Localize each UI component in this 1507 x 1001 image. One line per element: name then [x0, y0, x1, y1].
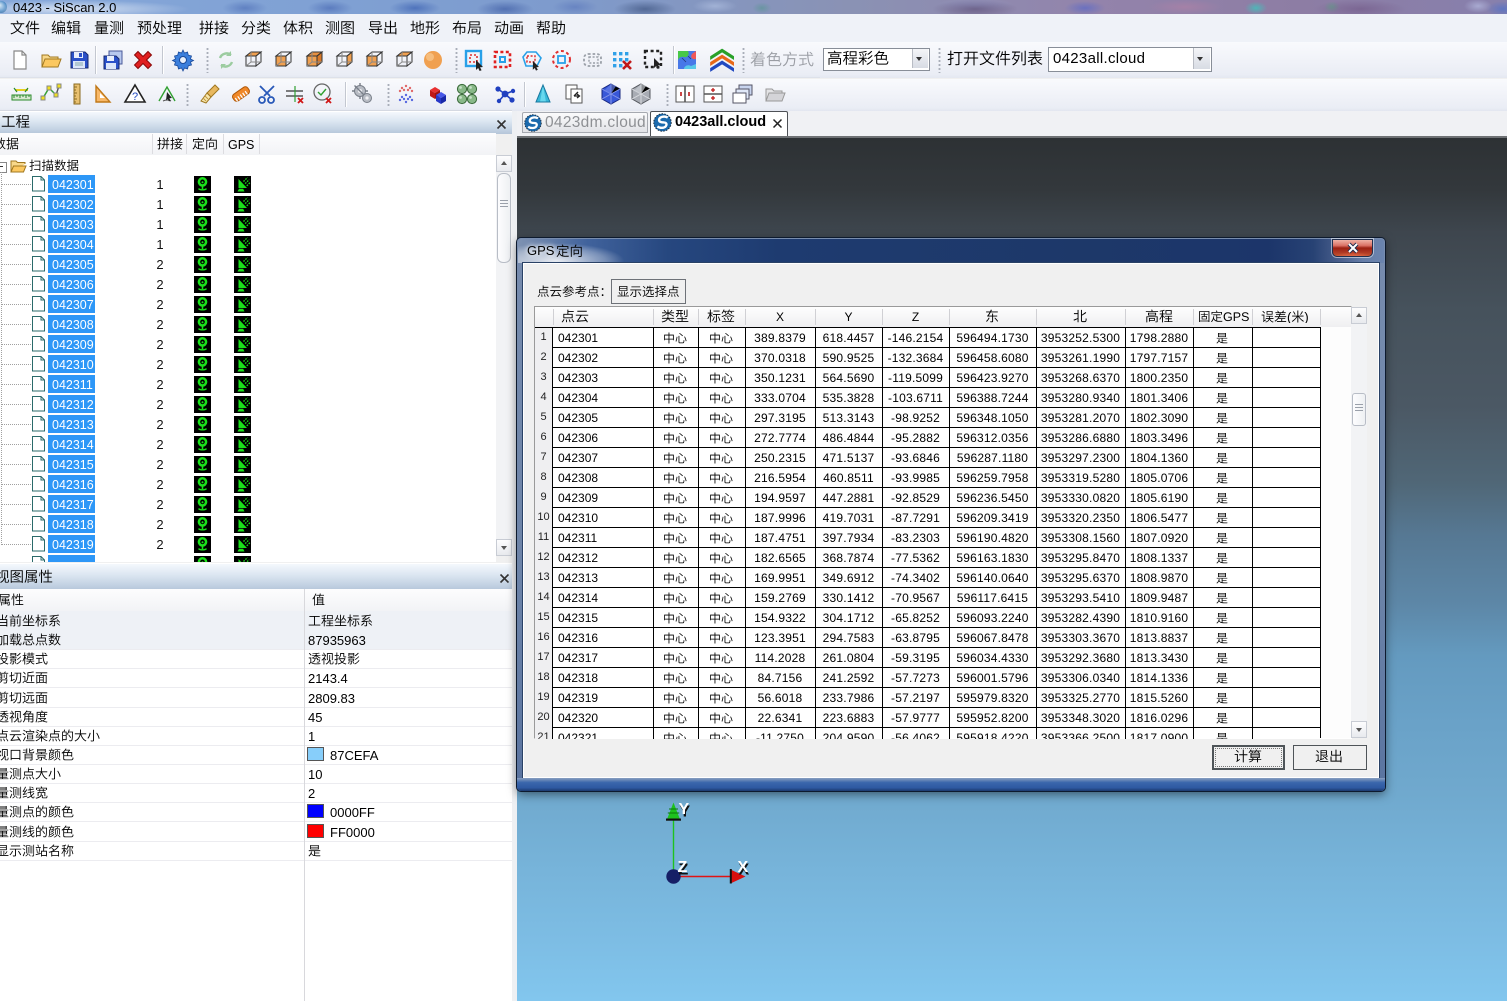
- svg-text:?: ?: [132, 91, 138, 103]
- svg-text:X: X: [738, 859, 749, 876]
- svg-text:Z: Z: [678, 859, 688, 876]
- svg-text:Y: Y: [679, 801, 690, 818]
